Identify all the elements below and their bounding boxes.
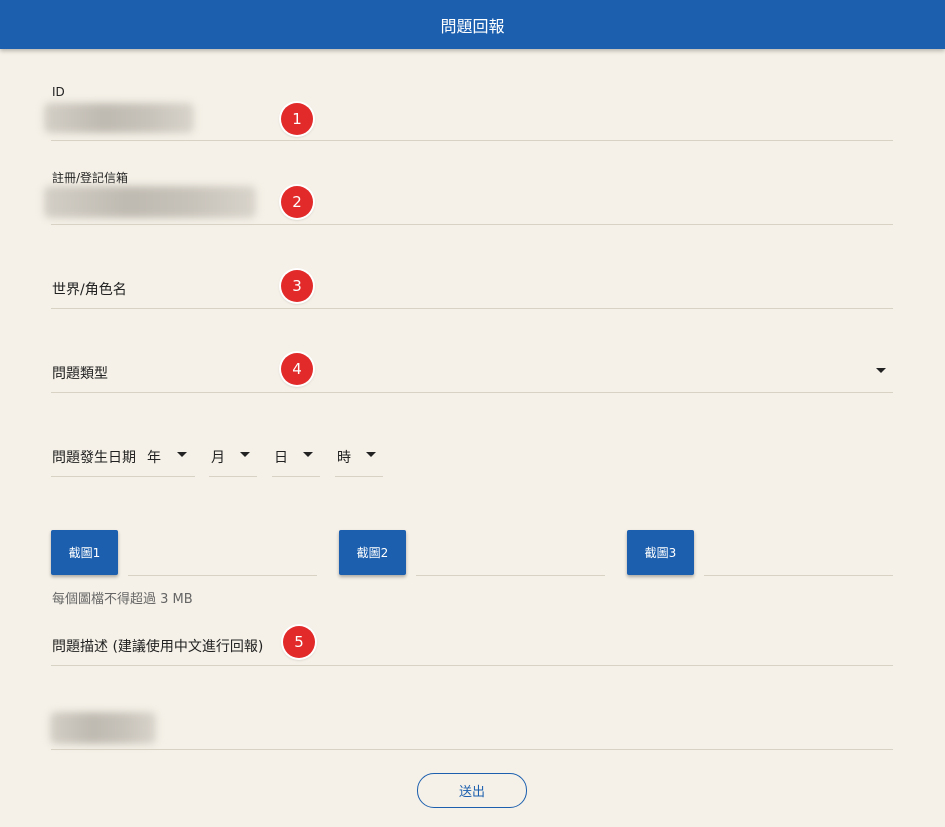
year-select-underline xyxy=(51,476,195,477)
year-select[interactable]: 年 xyxy=(147,447,161,467)
hour-chevron-down-icon[interactable] xyxy=(366,452,376,457)
hour-select[interactable]: 時 xyxy=(337,447,351,467)
month-select[interactable]: 月 xyxy=(211,447,225,467)
annotation-badge-3: 3 xyxy=(281,270,313,302)
month-select-underline xyxy=(209,476,257,477)
id-label: ID xyxy=(52,85,65,99)
screenshot-2-filename-field xyxy=(416,575,605,576)
screenshot-1-filename-field xyxy=(128,575,317,576)
issue-type-select[interactable]: 問題類型 xyxy=(52,363,108,383)
page-header: 問題回報 xyxy=(0,0,945,49)
email-value-redacted[interactable] xyxy=(44,186,256,218)
screenshot-1-button[interactable]: 截圖1 xyxy=(51,530,118,575)
chevron-down-icon[interactable] xyxy=(876,368,886,373)
page-title: 問題回報 xyxy=(440,16,505,36)
description-label: 問題描述 (建議使用中文進行回報) xyxy=(52,639,264,655)
annotation-badge-1: 1 xyxy=(281,103,313,135)
year-chevron-down-icon[interactable] xyxy=(177,452,187,457)
description-label-underline xyxy=(51,665,893,666)
id-value-redacted[interactable] xyxy=(44,103,194,133)
day-select[interactable]: 日 xyxy=(274,447,288,467)
description-textarea-underline xyxy=(51,749,893,750)
issue-type-underline xyxy=(51,392,893,393)
description-textarea-redacted[interactable] xyxy=(50,712,156,744)
annotation-badge-5: 5 xyxy=(283,626,315,658)
screenshot-2-button[interactable]: 截圖2 xyxy=(339,530,406,575)
screenshot-3-button[interactable]: 截圖3 xyxy=(627,530,694,575)
month-chevron-down-icon[interactable] xyxy=(240,452,250,457)
world-character-input[interactable]: 世界/角色名 xyxy=(52,279,127,299)
id-field-underline xyxy=(51,140,893,141)
email-label: 註冊/登記信箱 xyxy=(52,171,129,185)
submit-button[interactable]: 送出 xyxy=(417,773,527,808)
world-field-underline xyxy=(51,308,893,309)
day-chevron-down-icon[interactable] xyxy=(303,452,313,457)
email-field-underline xyxy=(51,224,893,225)
hour-select-underline xyxy=(335,476,383,477)
day-select-underline xyxy=(272,476,320,477)
file-size-hint: 每個圖檔不得超過 3 MB xyxy=(52,592,193,607)
screenshot-3-filename-field xyxy=(704,575,893,576)
annotation-badge-2: 2 xyxy=(281,186,313,218)
date-label: 問題發生日期 xyxy=(52,450,136,466)
annotation-badge-4: 4 xyxy=(281,353,313,385)
